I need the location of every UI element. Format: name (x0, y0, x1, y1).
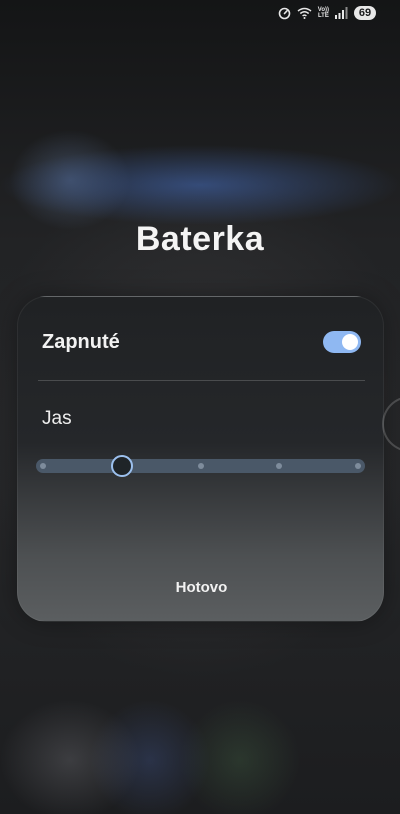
status-bar: Vo)) LTE 69 (278, 4, 376, 22)
slider-thumb[interactable] (110, 455, 133, 477)
lte-label: LTE (317, 13, 329, 19)
done-button[interactable]: Hotovo (18, 579, 385, 596)
volte-icon: Vo)) LTE (318, 7, 329, 19)
slider-step-dot[interactable] (355, 463, 361, 469)
toggle-knob (342, 334, 358, 350)
slider-step-dot[interactable] (276, 463, 283, 469)
divider (38, 380, 365, 381)
toggle-label: Zapnuté (42, 330, 120, 353)
flashlight-panel: Zapnuté Jas Hotovo (17, 296, 384, 622)
screen: Vo)) LTE 69 Baterka Zapnuté Jas Hotovo (0, 0, 400, 814)
edge-panel-handle[interactable] (382, 396, 400, 452)
data-saver-icon (278, 7, 291, 20)
slider-step-dot[interactable] (40, 463, 46, 469)
wifi-icon (297, 7, 312, 19)
toggle-row[interactable]: Zapnuté (42, 327, 361, 357)
signal-icon (335, 7, 348, 19)
slider-step-dot[interactable] (197, 463, 204, 469)
brightness-label: Jas (42, 408, 72, 429)
battery-level: 69 (358, 7, 372, 19)
brightness-slider[interactable] (36, 455, 365, 477)
flashlight-toggle[interactable] (323, 331, 361, 353)
page-title: Baterka (135, 220, 265, 258)
battery-icon: 69 (354, 6, 376, 20)
